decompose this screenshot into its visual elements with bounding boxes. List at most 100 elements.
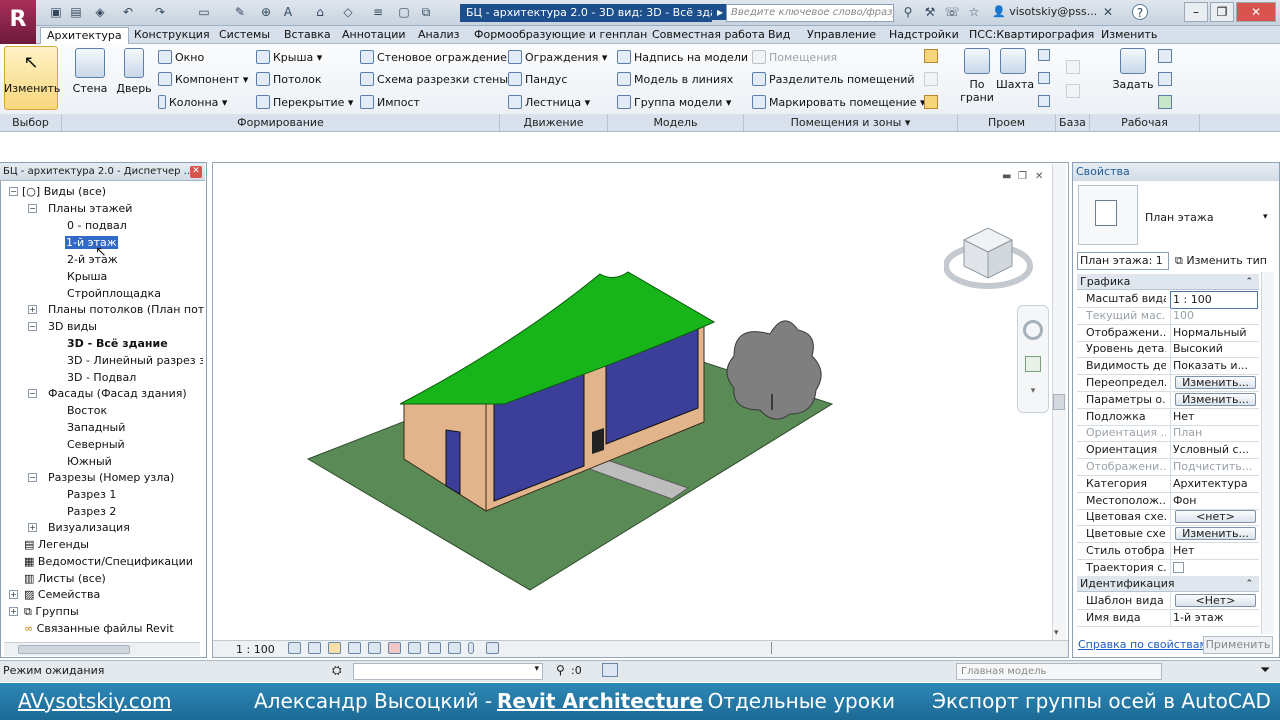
analytical-model-icon[interactable] [486, 642, 499, 654]
property-row[interactable]: Уровень дета... Высокий [1077, 341, 1259, 359]
room-button[interactable]: Помещения [752, 50, 837, 65]
property-value[interactable]: Показать и... [1170, 358, 1258, 375]
section-icon[interactable]: ◇ [340, 4, 356, 20]
filter-icon[interactable]: ⏷ [1260, 663, 1270, 678]
component-button[interactable]: Компонент ▾ [158, 72, 248, 87]
tree-ceiling-plans[interactable]: Планы потолков (План потолка) [48, 302, 204, 317]
tab-massing-site[interactable]: Формообразующие и генплан [474, 27, 647, 44]
sun-path-icon[interactable] [328, 642, 341, 654]
expand-icon[interactable]: + [9, 607, 18, 616]
tree-item-3d[interactable]: 3D - Линейный разрез здания [67, 353, 203, 368]
curtain-grid-button[interactable]: Схема разрезки стены [360, 72, 508, 87]
property-row[interactable]: Параметры о... Изменить... [1077, 391, 1259, 409]
reveal-hidden-icon[interactable] [468, 642, 474, 654]
crop-view-icon[interactable] [388, 642, 401, 654]
dormer-opening-icon[interactable] [1038, 95, 1050, 107]
text-icon[interactable]: A [280, 4, 296, 20]
property-row[interactable]: Отображени... Нормальный [1077, 324, 1259, 342]
property-row[interactable]: Текущий мас... 100 [1077, 307, 1259, 325]
tree-item-3d[interactable]: 3D - Подвал [67, 370, 136, 385]
expand-icon[interactable]: + [28, 523, 37, 532]
property-edit-button[interactable]: Изменить... [1175, 392, 1256, 406]
shaft-button[interactable]: Шахта [996, 48, 1034, 91]
render-icon[interactable] [368, 642, 381, 654]
worksets-icon[interactable]: ⛭ [332, 663, 342, 678]
dimension-icon[interactable]: ⊕ [258, 4, 274, 20]
property-value[interactable]: <нет> [1170, 509, 1258, 525]
tree-families[interactable]: ▨ Семейства [24, 587, 100, 602]
close-icon[interactable]: ✕ [190, 166, 202, 178]
property-edit-button[interactable]: Изменить... [1175, 527, 1256, 541]
property-row[interactable]: Видимость де... Показать и... [1077, 358, 1259, 376]
tree-item-floor-plan[interactable]: Крыша [67, 269, 107, 284]
property-value[interactable]: Изменить... [1170, 375, 1258, 390]
close-window-button[interactable]: ✕ [1236, 2, 1276, 22]
stair-button[interactable]: Лестница ▾ [508, 95, 590, 110]
steering-wheel-icon[interactable] [1023, 320, 1043, 340]
property-value[interactable]: Фон [1170, 492, 1258, 509]
measure-icon[interactable]: ✎ [232, 4, 248, 20]
sync-icon[interactable]: ◈ [92, 4, 108, 20]
binoculars-icon[interactable]: ⚲ [900, 4, 916, 20]
communication-icon[interactable]: ☏ [944, 4, 960, 20]
set-workplane-button[interactable]: Задать [1112, 48, 1154, 91]
undo-icon[interactable]: ↶ [120, 4, 136, 20]
tree-sections[interactable]: Разрезы (Номер узла) [48, 470, 174, 485]
property-value[interactable]: Подчистить... [1170, 459, 1258, 475]
tree-views-all[interactable]: [○] Виды (все) [22, 184, 106, 199]
property-value[interactable]: 1 : 100 [1170, 291, 1258, 309]
shadows-icon[interactable] [348, 642, 361, 654]
favorites-icon[interactable]: ☆ [966, 4, 982, 20]
door-button[interactable]: Дверь [114, 48, 154, 95]
editable-only-icon[interactable] [602, 663, 618, 677]
collapse-icon[interactable]: − [28, 389, 37, 398]
minimize-button[interactable]: – [1184, 2, 1208, 22]
tree-elevations[interactable]: Фасады (Фасад здания) [48, 386, 187, 401]
tree-links[interactable]: ∞ Связанные файлы Revit [24, 621, 174, 636]
tab-view[interactable]: Вид [768, 27, 790, 44]
property-value[interactable]: Изменить... [1170, 391, 1258, 407]
tab-pss[interactable]: ПСС:Квартирография [969, 27, 1094, 44]
tag-room-button[interactable]: Маркировать помещение ▾ [752, 95, 926, 110]
property-value[interactable]: Высокий [1170, 341, 1258, 358]
level-icon[interactable] [1066, 60, 1080, 74]
property-value[interactable]: Условный с... [1170, 442, 1258, 459]
collapse-icon[interactable]: − [28, 204, 37, 213]
property-value[interactable]: 100 [1170, 307, 1258, 324]
section-identity[interactable]: Идентификация ⌃ [1077, 576, 1259, 592]
tab-architecture[interactable]: Архитектура [40, 27, 129, 44]
floor-button[interactable]: Перекрытие ▾ [256, 95, 353, 110]
group-select[interactable]: Выбор [0, 114, 62, 131]
viewer-icon[interactable] [1158, 95, 1172, 109]
property-value[interactable]: План [1170, 425, 1258, 442]
vertical-opening-icon[interactable] [1038, 72, 1050, 84]
restore-button[interactable]: ❐ [1210, 2, 1234, 22]
tab-addins[interactable]: Надстройки [889, 27, 959, 44]
app-menu-button[interactable]: R [0, 0, 36, 44]
scrollbar-thumb[interactable] [1053, 394, 1065, 410]
property-value[interactable]: Архитектура [1170, 475, 1258, 492]
model-group-button[interactable]: Группа модели ▾ [617, 95, 731, 110]
banner-site[interactable]: AVysotskiy.com [18, 689, 172, 713]
mullion-button[interactable]: Импост [360, 95, 420, 110]
tree-floor-plans[interactable]: Планы этажей [48, 201, 132, 216]
zoom-icon[interactable] [1025, 356, 1041, 372]
thin-lines-icon[interactable]: ≡ [370, 4, 386, 20]
by-face-button[interactable]: По грани [960, 48, 994, 104]
tree-item-3d-active[interactable]: 3D - Всё здание [67, 336, 168, 351]
property-row[interactable]: Категория Архитектура [1077, 475, 1259, 493]
property-row[interactable]: Цветовая схе... <нет> [1077, 509, 1259, 527]
tree-legends[interactable]: ▤ Легенды [24, 537, 89, 552]
expand-icon[interactable]: + [28, 305, 37, 314]
show-crop-icon[interactable] [408, 642, 421, 654]
tab-structure[interactable]: Конструкция [134, 27, 210, 44]
property-row[interactable]: Ориентация Условный с... [1077, 442, 1259, 460]
exchange-icon[interactable]: ✕ [1100, 4, 1116, 20]
area-icon[interactable] [924, 49, 938, 63]
tree-item-floor-plan[interactable]: 0 - подвал [67, 218, 127, 233]
property-edit-button[interactable]: Изменить... [1175, 376, 1256, 389]
navigation-bar[interactable]: ▾ [1017, 305, 1049, 413]
tab-analyze[interactable]: Анализ [418, 27, 460, 44]
ramp-button[interactable]: Пандус [508, 72, 567, 87]
view-cube[interactable] [944, 222, 1034, 296]
